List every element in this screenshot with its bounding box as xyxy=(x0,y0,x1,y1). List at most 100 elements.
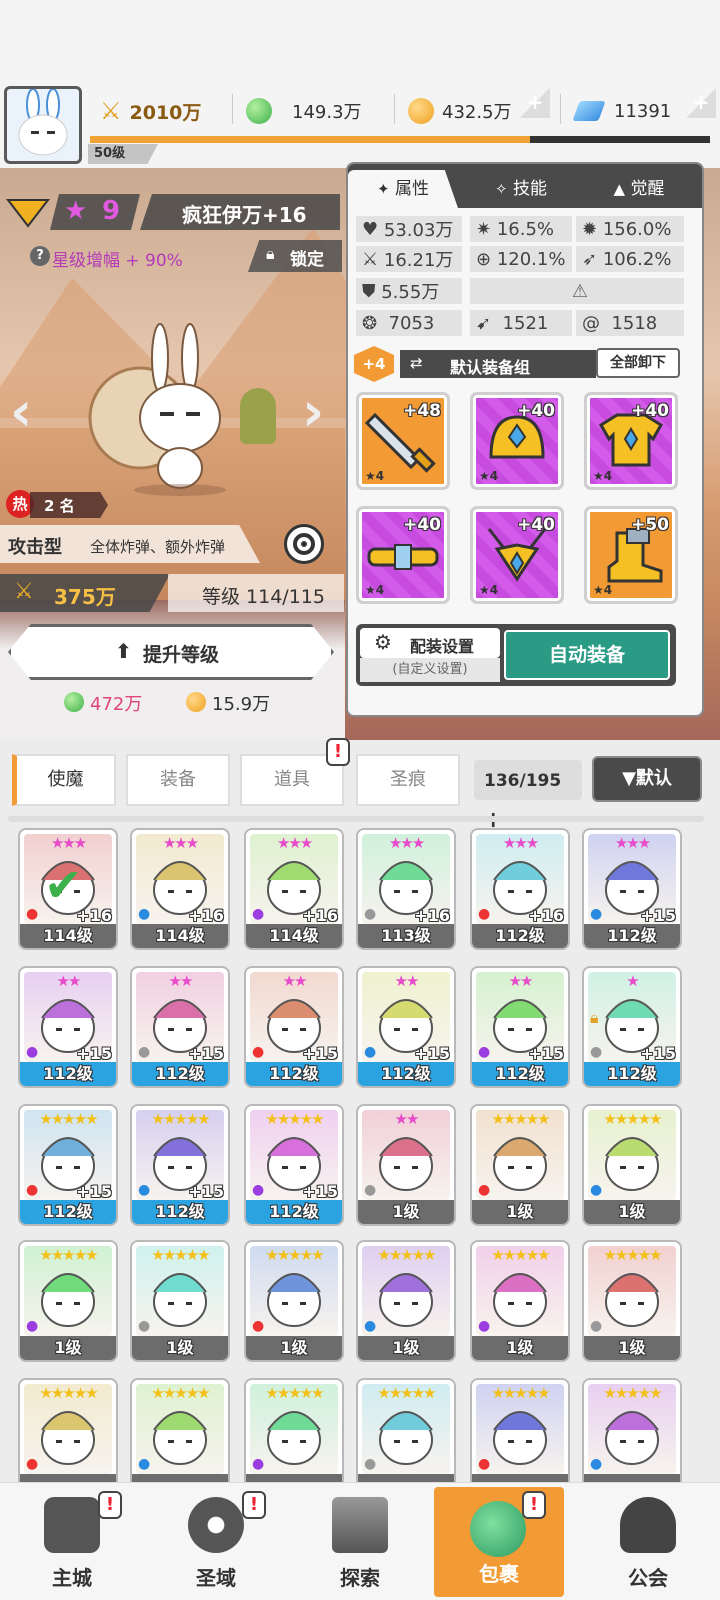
equip-stars: ★4 xyxy=(479,583,499,597)
diamond-value: 11391 xyxy=(614,100,672,122)
bag-slime-icon xyxy=(470,1501,526,1557)
config-button[interactable]: ⚙ 配装设置 xyxy=(360,628,500,658)
upgrade-cost-gold: 15.9万 xyxy=(212,694,271,715)
nav-sanctuary[interactable]: ! 圣域 xyxy=(144,1483,288,1600)
crossed-swords-icon: ⚔ xyxy=(14,579,34,604)
equip-slot-armor[interactable]: +40 ★4 xyxy=(584,392,678,490)
familiar-card[interactable]: ★★★★★ ● 1级 xyxy=(130,1240,230,1362)
help-icon[interactable]: ? xyxy=(30,246,50,266)
alert-icon: ! xyxy=(98,1491,122,1519)
unequip-all-button[interactable]: 全部卸下 xyxy=(596,348,680,378)
equip-slot-belt[interactable]: +40 ★4 xyxy=(356,506,450,604)
familiar-card[interactable]: ★★★★★ ● 1级 xyxy=(470,1240,570,1362)
nav-guild[interactable]: 公会 xyxy=(576,1483,720,1600)
rarity-stars: ★★★★★ xyxy=(491,1384,550,1402)
familiar-card[interactable]: ★★★ ● +16 112级 xyxy=(470,828,570,950)
add-diamond-button[interactable]: + xyxy=(686,88,716,118)
familiar-card[interactable]: ★ ● +15 112级 🔒︎ xyxy=(582,966,682,1088)
next-hero-arrow-icon[interactable]: › xyxy=(302,380,324,443)
guild-crest-icon xyxy=(620,1497,676,1553)
familiar-card[interactable]: ★★★★★ ● 1级 xyxy=(582,1104,682,1226)
familiar-card[interactable]: ★★★ ● +16 113级 xyxy=(356,828,456,950)
familiar-card[interactable]: ★★ ● 1级 xyxy=(356,1104,456,1226)
element-icon: ● xyxy=(590,1318,603,1334)
familiar-card[interactable]: ★★ ● +15 112级 xyxy=(244,966,344,1088)
capacity-display[interactable]: 136/195 + xyxy=(474,760,582,833)
gear-icon: ⚙ xyxy=(374,630,392,654)
stat-s3-value: 1518 xyxy=(611,312,658,334)
familiar-level: 1级 xyxy=(132,1336,228,1360)
diamond-display: 11391 xyxy=(572,88,672,134)
power-display: ⚔ 2010万 xyxy=(100,88,201,134)
gold-display: 432.5万 xyxy=(408,88,512,134)
equip-stars: ★4 xyxy=(365,469,385,483)
lock-button[interactable]: 🔒︎ 锁定 xyxy=(248,240,342,272)
familiar-level: 112级 xyxy=(358,1062,454,1086)
tab-familiars[interactable]: 使魔 xyxy=(12,754,116,806)
rarity-stars: ★★★★★ xyxy=(265,1384,324,1402)
familiar-level: 1级 xyxy=(472,1200,568,1224)
familiar-card[interactable]: ★★★ ● +16 114级 ✔ xyxy=(18,828,118,950)
rank-chevron-icon xyxy=(4,196,52,228)
familiar-card[interactable]: ★★★ ● +16 114级 xyxy=(130,828,230,950)
swap-hero-icon[interactable] xyxy=(284,524,324,564)
tab-awaken[interactable]: ▲ 觉醒 xyxy=(584,170,694,208)
element-icon: ● xyxy=(138,1456,151,1472)
spiral-icon: @ xyxy=(582,312,600,334)
previous-hero-arrow-icon[interactable]: ‹ xyxy=(10,380,32,443)
equip-set-band[interactable]: ⇄ 默认装备组 xyxy=(400,350,596,378)
rarity-stars: ★★★★★ xyxy=(39,1110,98,1128)
upgrade-level-button[interactable]: ⬆ 提升等级 xyxy=(8,624,334,680)
equip-slot-helmet[interactable]: +40 ★4 xyxy=(470,392,564,490)
element-icon: ● xyxy=(364,906,377,922)
familiar-level: 112级 xyxy=(20,1062,116,1086)
equip-slot-necklace[interactable]: +40 ★4 xyxy=(470,506,564,604)
familiar-card[interactable]: ★★★★★ ● +15 112级 xyxy=(130,1104,230,1226)
nav-label: 主城 xyxy=(52,1566,92,1590)
nav-inventory[interactable]: ! 包裹 xyxy=(434,1487,564,1597)
familiar-plus-level: +15 xyxy=(76,1044,112,1063)
nav-main-city[interactable]: ! 主城 xyxy=(0,1483,144,1600)
sort-button[interactable]: ▼默认 xyxy=(592,756,702,802)
equip-level: +48 xyxy=(403,401,441,421)
hero-type: 攻击型 xyxy=(8,537,62,558)
tab-equipment[interactable]: 装备 xyxy=(126,754,230,806)
familiar-plus-level: +15 xyxy=(414,1044,450,1063)
rarity-stars: ★★★ xyxy=(162,834,199,852)
upgrade-button-label: 提升等级 xyxy=(143,644,220,666)
familiar-card[interactable]: ★★★ ● +15 112级 xyxy=(582,828,682,950)
player-avatar[interactable] xyxy=(4,86,82,164)
crit-damage-icon: ✹ xyxy=(582,218,598,240)
element-icon: ● xyxy=(364,1318,377,1334)
familiar-plus-level: +15 xyxy=(188,1182,224,1201)
familiar-card[interactable]: ★★★★★ ● 1级 xyxy=(244,1240,344,1362)
stat-defense-value: 5.55万 xyxy=(381,282,440,303)
nav-explore[interactable]: 探索 xyxy=(288,1483,432,1600)
familiar-level: 112级 xyxy=(246,1200,342,1224)
add-gold-button[interactable]: + xyxy=(520,88,550,118)
familiar-card[interactable]: ★★★★★ ● 1级 xyxy=(18,1240,118,1362)
familiar-card[interactable]: ★★ ● +15 112级 xyxy=(130,966,230,1088)
familiar-card[interactable]: ★★★★★ ● +15 112级 xyxy=(18,1104,118,1226)
equip-slot-weapon[interactable]: +48 ★4 xyxy=(356,392,450,490)
familiar-card[interactable]: ★★ ● +15 112级 xyxy=(470,966,570,1088)
familiar-card[interactable]: ★★★★★ ● 1级 xyxy=(582,1240,682,1362)
familiar-card[interactable]: ★★ ● +15 112级 xyxy=(356,966,456,1088)
familiar-card[interactable]: ★★★ ● +16 114级 xyxy=(244,828,344,950)
tab-stigmata[interactable]: 圣痕 xyxy=(356,754,460,806)
auto-equip-button[interactable]: 自动装备 xyxy=(504,630,670,680)
familiar-level: 112级 xyxy=(246,1062,342,1086)
familiar-card[interactable]: ★★ ● +15 112级 xyxy=(18,966,118,1088)
tab-skills[interactable]: ✧ 技能 xyxy=(466,170,576,208)
familiar-plus-level: +16 xyxy=(188,906,224,925)
familiar-card[interactable]: ★★★★★ ● 1级 xyxy=(470,1104,570,1226)
awaken-icon: ▲ xyxy=(613,180,626,198)
stat-speed: ➶ 106.2% xyxy=(576,246,684,272)
stat-crit: ✷ 16.5% xyxy=(470,216,572,242)
familiar-card[interactable]: ★★★★★ ● 1级 xyxy=(356,1240,456,1362)
tab-attributes[interactable]: ✦ 属性 xyxy=(348,170,458,208)
tab-awaken-label: 觉醒 xyxy=(630,179,665,199)
equip-slot-boots[interactable]: +50 ★4 xyxy=(584,506,678,604)
familiar-card[interactable]: ★★★★★ ● +15 112级 xyxy=(244,1104,344,1226)
swirl-icon: ❂ xyxy=(362,312,378,334)
